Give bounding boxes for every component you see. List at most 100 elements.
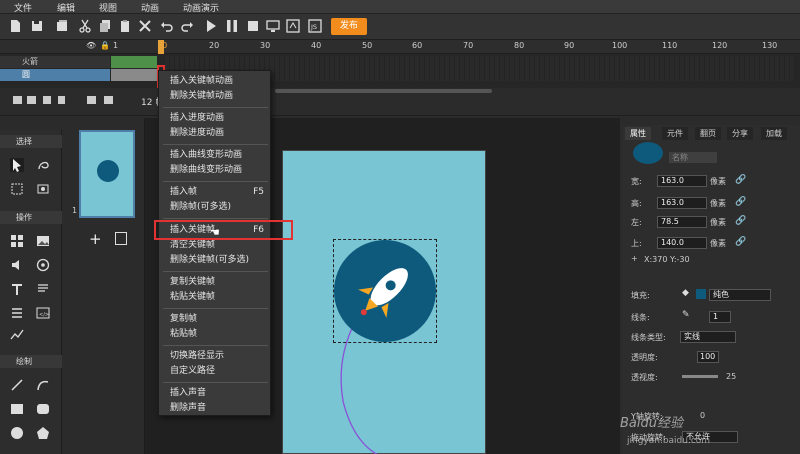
- publish-button[interactable]: 发布: [331, 18, 367, 35]
- ctx-copy-keyframe[interactable]: 复制关键帧: [159, 276, 272, 288]
- pointer-icon[interactable]: [10, 158, 24, 172]
- ctx-delete-progress-anim[interactable]: 删除进度动画: [159, 127, 272, 139]
- menu-animation-demo[interactable]: 动画演示: [183, 1, 219, 14]
- textarea-icon[interactable]: [36, 282, 50, 296]
- opacity-input[interactable]: 100: [697, 351, 719, 363]
- ctx-paste-keyframe[interactable]: 粘贴关键帧: [159, 291, 272, 303]
- stop-icon[interactable]: [246, 19, 260, 33]
- cut-icon[interactable]: [78, 19, 92, 33]
- ctx-clear-keyframe[interactable]: 清空关键帧: [159, 239, 272, 251]
- tab-share[interactable]: 分享: [727, 127, 753, 140]
- fill-color-swatch[interactable]: [696, 289, 706, 299]
- ctx-delete-keyframe[interactable]: 删除关键帧(可多选): [159, 254, 272, 266]
- video-icon[interactable]: [36, 258, 50, 272]
- html-icon[interactable]: </>: [36, 306, 50, 320]
- ctx-insert-curve-anim[interactable]: 插入曲线变形动画: [159, 149, 272, 161]
- menu-edit[interactable]: 编辑: [57, 1, 75, 14]
- section-draw[interactable]: 绘制: [0, 355, 62, 368]
- grid-icon[interactable]: [10, 234, 24, 248]
- playhead[interactable]: [158, 40, 164, 54]
- add-page-icon[interactable]: +: [89, 230, 102, 248]
- ctx-delete-frame[interactable]: 删除帧(可多选): [159, 201, 272, 213]
- preview-icon[interactable]: [266, 19, 280, 33]
- name-field[interactable]: 名称: [669, 152, 717, 163]
- ctx-delete-curve-anim[interactable]: 删除曲线变形动画: [159, 164, 272, 176]
- copy-layer-icon[interactable]: [43, 96, 51, 104]
- line-icon[interactable]: [10, 378, 24, 392]
- link-icon[interactable]: 🔗: [735, 237, 746, 247]
- onion-skin-icon[interactable]: [87, 96, 96, 104]
- line-type-select[interactable]: 实线: [680, 331, 736, 343]
- transform-icon[interactable]: [10, 182, 24, 196]
- trash-icon[interactable]: [58, 96, 65, 104]
- audio-icon[interactable]: [10, 258, 24, 272]
- save-all-icon[interactable]: [55, 19, 69, 33]
- layer-row[interactable]: 火箭: [0, 56, 110, 68]
- insert-page-icon[interactable]: [115, 232, 127, 245]
- link-icon[interactable]: 🔗: [735, 216, 746, 226]
- ctx-delete-keyframe-anim[interactable]: 删除关键帧动画: [159, 90, 272, 102]
- lock-icon[interactable]: 🔒: [100, 41, 110, 50]
- menu-file[interactable]: 文件: [14, 1, 32, 14]
- link-icon[interactable]: 🔗: [735, 197, 746, 207]
- frames-icon[interactable]: [104, 96, 113, 104]
- redo-icon[interactable]: [180, 19, 194, 33]
- width-input[interactable]: 163.0: [657, 175, 707, 187]
- page-thumbnail[interactable]: [79, 130, 135, 218]
- curve-icon[interactable]: [36, 378, 50, 392]
- pause-icon[interactable]: [225, 19, 239, 33]
- fill-type-select[interactable]: 纯色: [709, 289, 771, 301]
- copy-icon[interactable]: [98, 19, 112, 33]
- export-icon[interactable]: [286, 19, 300, 33]
- pen-icon[interactable]: ✎: [682, 310, 690, 320]
- ctx-copy-frame[interactable]: 复制帧: [159, 313, 272, 325]
- ctx-insert-progress-anim[interactable]: 插入进度动画: [159, 112, 272, 124]
- crop-icon[interactable]: [36, 182, 50, 196]
- tab-components[interactable]: 元件: [662, 127, 688, 140]
- tab-page-turn[interactable]: 翻页: [695, 127, 721, 140]
- left-input[interactable]: 78.5: [657, 216, 707, 228]
- link-icon[interactable]: 🔗: [735, 175, 746, 185]
- ctx-insert-keyframe-anim[interactable]: 插入关键帧动画: [159, 75, 272, 87]
- height-input[interactable]: 163.0: [657, 197, 707, 209]
- new-file-icon[interactable]: [8, 19, 22, 33]
- stroke-width-select[interactable]: 1: [709, 311, 731, 323]
- ctx-toggle-path[interactable]: 切换路径显示: [159, 350, 272, 362]
- ctx-insert-frame[interactable]: 插入帧 F5: [159, 186, 272, 198]
- play-icon[interactable]: [204, 19, 218, 33]
- tab-loading[interactable]: 加载: [761, 127, 787, 140]
- top-input[interactable]: 140.0: [657, 237, 707, 249]
- ctx-custom-path[interactable]: 自定义路径: [159, 365, 272, 377]
- layer-2-frames[interactable]: [111, 69, 157, 81]
- delete-icon[interactable]: [138, 19, 152, 33]
- add-layer-icon[interactable]: [13, 96, 22, 104]
- tab-properties[interactable]: 属性: [625, 127, 651, 140]
- chart-icon[interactable]: [10, 327, 24, 341]
- polygon-icon[interactable]: [36, 426, 50, 440]
- text-icon[interactable]: [10, 282, 24, 296]
- canvas[interactable]: [282, 150, 486, 454]
- lasso-icon[interactable]: [36, 158, 50, 172]
- js-icon[interactable]: JS: [308, 19, 322, 33]
- undo-icon[interactable]: [160, 19, 174, 33]
- section-select[interactable]: 选择: [0, 135, 62, 148]
- timeline-scrollbar[interactable]: [275, 89, 492, 93]
- section-operate[interactable]: 操作: [0, 211, 62, 224]
- visibility-slider[interactable]: [682, 375, 718, 378]
- paste-icon[interactable]: [118, 19, 132, 33]
- circle-icon[interactable]: [10, 426, 24, 440]
- timeline-ruler[interactable]: 👁 🔒 1 10 20 30 40 50 60 70 80 90 100 110…: [0, 40, 800, 54]
- rounded-rect-icon[interactable]: [36, 402, 50, 416]
- y-axis-value[interactable]: 0: [700, 411, 705, 420]
- fill-bucket-icon[interactable]: ◆: [682, 288, 689, 298]
- layer-1-frames[interactable]: [111, 56, 157, 68]
- list-icon[interactable]: [10, 306, 24, 320]
- menu-view[interactable]: 视图: [99, 1, 117, 14]
- eye-icon[interactable]: 👁: [86, 41, 96, 50]
- ctx-paste-frame[interactable]: 粘贴帧: [159, 328, 272, 340]
- ctx-insert-sound[interactable]: 插入声音: [159, 387, 272, 399]
- save-icon[interactable]: [30, 19, 44, 33]
- image-icon[interactable]: [36, 234, 50, 248]
- menu-animation[interactable]: 动画: [141, 1, 159, 14]
- selection-box[interactable]: [333, 239, 437, 343]
